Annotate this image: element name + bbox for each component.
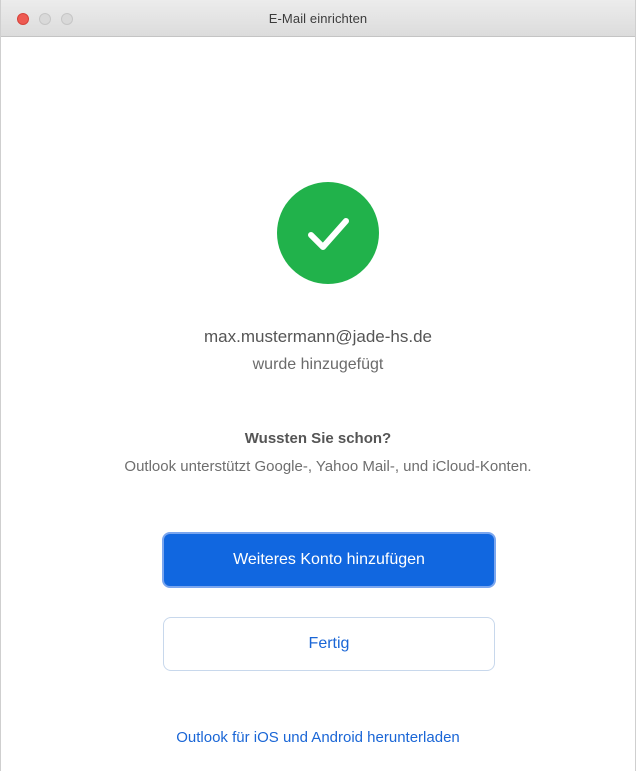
checkmark-icon	[308, 218, 349, 250]
title-bar[interactable]: E-Mail einrichten	[1, 0, 635, 37]
success-checkmark-icon	[277, 182, 379, 284]
account-email: max.mustermann@jade-hs.de	[204, 327, 432, 346]
done-button[interactable]: Fertig	[163, 617, 495, 671]
setup-window: E-Mail einrichten max.mustermann@jade-hs…	[0, 0, 636, 771]
main-content: max.mustermann@jade-hs.de wurde hinzugef…	[1, 37, 635, 771]
tip-text: Outlook unterstützt Google-, Yahoo Mail-…	[124, 458, 532, 475]
add-another-account-button[interactable]: Weiteres Konto hinzufügen	[162, 532, 496, 588]
account-added-message: wurde hinzugefügt	[252, 356, 384, 373]
tip-title: Wussten Sie schon?	[244, 430, 392, 447]
download-mobile-app-link[interactable]: Outlook für iOS und Android herunterlade…	[1, 729, 635, 746]
window-title: E-Mail einrichten	[268, 11, 368, 26]
